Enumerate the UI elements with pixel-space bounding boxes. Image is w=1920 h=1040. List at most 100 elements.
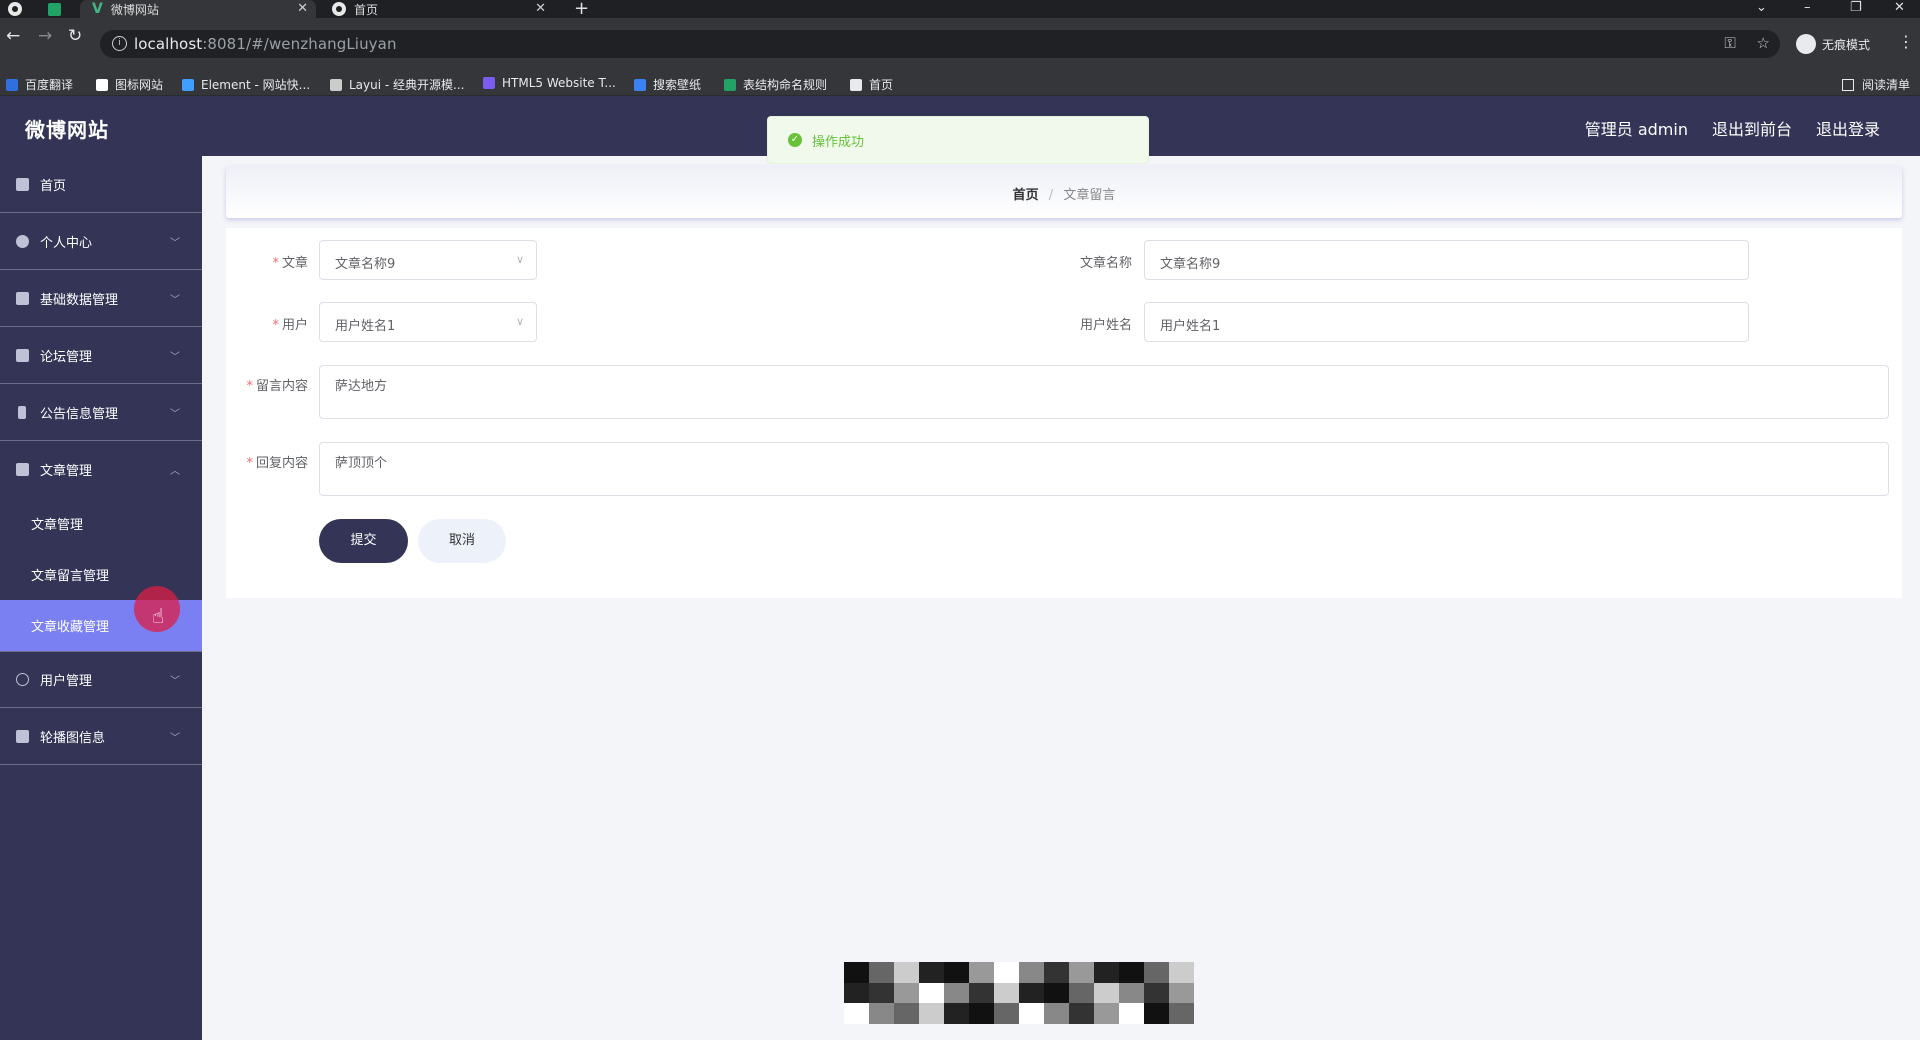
cancel-button[interactable]: 取消 xyxy=(418,519,506,563)
sidebar-sub-article[interactable]: 文章管理 xyxy=(0,498,202,549)
chevron-down-icon: ﹀ xyxy=(170,294,180,306)
reload-icon[interactable]: ↻ xyxy=(68,26,82,46)
more-menu-icon[interactable]: ⋮ xyxy=(1898,32,1914,51)
clipboard-check-icon xyxy=(16,729,29,743)
bookmark-item[interactable]: 搜索壁纸 xyxy=(634,76,701,93)
incognito-icon xyxy=(1796,34,1816,54)
mosaic-cell xyxy=(919,982,944,1004)
chevron-up-icon: ︿ xyxy=(170,466,180,477)
clock-icon xyxy=(16,673,29,686)
bookmark-item[interactable]: Element - 网站快... xyxy=(182,76,310,93)
hand-cursor-icon: ☝ xyxy=(152,604,165,628)
bookmark-label: 表结构命名规则 xyxy=(743,78,828,92)
user-icon xyxy=(16,234,29,248)
mosaic-cell xyxy=(869,1003,894,1024)
user-select-value: 用户姓名1 xyxy=(335,319,396,334)
restore-icon[interactable]: ❐ xyxy=(1850,0,1862,18)
mosaic-cell xyxy=(1144,982,1169,1004)
mosaic-cell xyxy=(844,1003,869,1024)
tab-pinned-1[interactable] xyxy=(8,0,28,18)
mosaic-cell xyxy=(894,982,919,1004)
bookmark-label: 搜索壁纸 xyxy=(653,78,702,92)
bookmark-icon xyxy=(6,78,18,91)
close-icon[interactable]: ✕ xyxy=(297,0,308,18)
minimize-icon[interactable]: – xyxy=(1804,0,1811,18)
back-to-frontend-link[interactable]: 退出到前台 xyxy=(1712,116,1792,140)
close-window-icon[interactable]: ✕ xyxy=(1894,0,1905,18)
bookmark-item[interactable]: 首页 xyxy=(850,76,893,93)
chevron-down-icon: ﹀ xyxy=(170,351,180,363)
article-select-value: 文章名称9 xyxy=(335,257,396,272)
mosaic-cell xyxy=(894,1003,919,1024)
tab-weibo[interactable]: V 微博网站 ✕ xyxy=(80,0,316,18)
close-icon[interactable]: ✕ xyxy=(535,0,546,18)
sidebar-item-users[interactable]: 用户管理 ﹀ xyxy=(0,651,202,708)
new-tab-button[interactable]: + xyxy=(574,0,589,18)
mosaic-cell xyxy=(1019,1003,1044,1024)
sheet-icon xyxy=(48,2,61,16)
user-select[interactable]: 用户姓名1 ∨ xyxy=(319,302,537,342)
mosaic-cell xyxy=(1019,962,1044,983)
bookmark-item[interactable]: 图标网站 xyxy=(96,76,163,93)
bookmark-item[interactable]: 百度翻译 xyxy=(6,76,73,93)
article-select[interactable]: 文章名称9 ∨ xyxy=(319,240,537,280)
bookmark-icon xyxy=(724,78,736,91)
chevron-down-icon: ∨ xyxy=(515,315,524,328)
breadcrumb-current: 文章留言 xyxy=(1063,188,1116,203)
reply-textarea[interactable]: 萨顶顶个 xyxy=(319,442,1889,496)
bookmark-label: Layui - 经典开源模... xyxy=(349,78,465,92)
sidebar-item-label: 文章管理 xyxy=(31,518,84,533)
sidebar-item-article[interactable]: 文章管理 ︿ xyxy=(0,441,202,498)
breadcrumb-home[interactable]: 首页 xyxy=(1013,188,1039,203)
bookmark-icon xyxy=(634,78,646,91)
article-name-field[interactable]: 文章名称9 xyxy=(1144,240,1749,280)
mosaic-cell xyxy=(944,982,969,1004)
comment-textarea[interactable]: 萨达地方 xyxy=(319,365,1889,419)
logout-link[interactable]: 退出登录 xyxy=(1816,116,1880,140)
profile-label: 无痕模式 xyxy=(1822,37,1871,52)
mosaic-cell xyxy=(944,962,969,983)
address-bar[interactable]: i localhost:8081/#/wenzhangLiuyan ⚿ ☆ xyxy=(100,30,1780,58)
info-icon[interactable]: i xyxy=(112,36,127,51)
profile-button[interactable]: 无痕模式 xyxy=(1796,32,1870,56)
tab-home[interactable]: 首页 ✕ xyxy=(324,0,554,18)
mosaic-cell xyxy=(894,962,919,983)
bookmark-item[interactable]: Layui - 经典开源模... xyxy=(330,76,464,93)
article-label: * 文章 xyxy=(272,256,308,271)
star-icon[interactable]: ☆ xyxy=(1757,34,1770,52)
article-name-label: 文章名称 xyxy=(1079,256,1132,271)
clipboard-icon xyxy=(16,348,29,362)
bookmark-label: Element - 网站快... xyxy=(201,78,311,92)
sidebar-item-label: 文章留言管理 xyxy=(31,569,110,584)
sidebar-item-notice[interactable]: 公告信息管理 ﹀ xyxy=(0,384,202,441)
bookmark-item[interactable]: HTML5 Website T... xyxy=(483,76,616,90)
reading-list[interactable]: 阅读清单 xyxy=(1841,76,1910,93)
check-circle-icon: ✓ xyxy=(788,133,802,147)
phone-icon xyxy=(18,405,26,419)
bookmark-item[interactable]: 表结构命名规则 xyxy=(724,76,827,93)
user-name-field[interactable]: 用户姓名1 xyxy=(1144,302,1749,342)
sidebar-item-base-data[interactable]: 基础数据管理 ﹀ xyxy=(0,270,202,327)
mosaic-cell xyxy=(1169,1003,1194,1024)
mosaic-cell xyxy=(1069,1003,1094,1024)
submit-button[interactable]: 提交 xyxy=(319,519,408,563)
mosaic-cell xyxy=(1119,962,1144,983)
tab-search-icon[interactable]: ⌄ xyxy=(1756,0,1767,18)
success-toast: ✓ 操作成功 xyxy=(767,116,1149,164)
vue-logo-icon: V xyxy=(92,1,103,17)
breadcrumb-separator: / xyxy=(1048,188,1054,203)
forward-icon[interactable]: → xyxy=(38,26,52,46)
sidebar-item-carousel[interactable]: 轮播图信息 ﹀ xyxy=(0,708,202,765)
sidebar-item-forum[interactable]: 论坛管理 ﹀ xyxy=(0,327,202,384)
key-icon[interactable]: ⚿ xyxy=(1724,34,1735,52)
sidebar-item-home[interactable]: 首页 xyxy=(0,156,202,213)
tab-pinned-2[interactable] xyxy=(48,0,68,18)
sidebar-item-label: 首页 xyxy=(40,178,67,194)
mosaic-cell xyxy=(1144,962,1169,983)
sidebar-item-profile[interactable]: 个人中心 ﹀ xyxy=(0,213,202,270)
mosaic-cell xyxy=(844,962,869,983)
mosaic-cell xyxy=(869,982,894,1004)
back-icon[interactable]: ← xyxy=(6,26,20,46)
header-links: 管理员 admin 退出到前台 退出登录 xyxy=(1585,116,1880,140)
chart-icon xyxy=(16,463,29,476)
